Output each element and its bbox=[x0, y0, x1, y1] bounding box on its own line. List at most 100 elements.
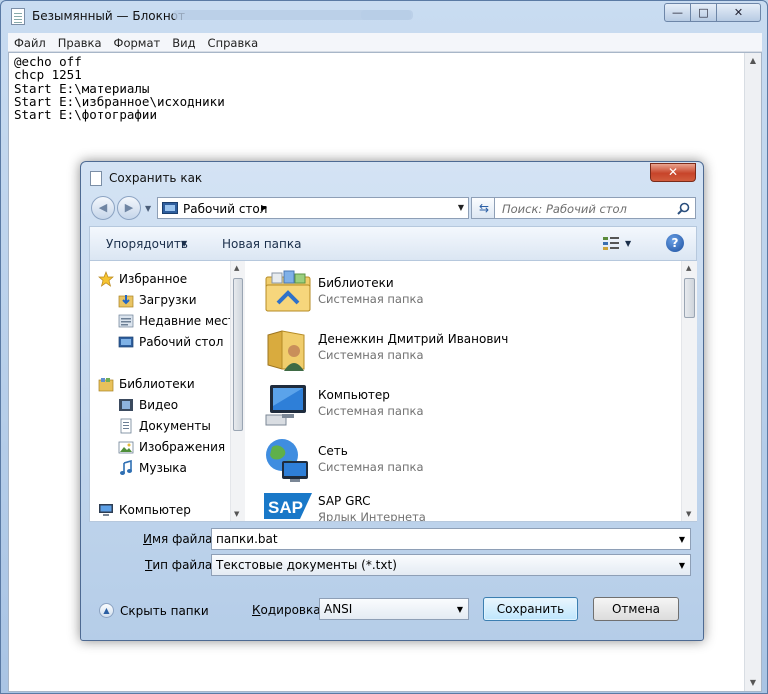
music-icon bbox=[120, 460, 132, 475]
breadcrumb-arrow-icon[interactable]: ▶ bbox=[261, 203, 267, 212]
scroll-down-arrow-icon[interactable]: ▼ bbox=[686, 510, 691, 518]
encoding-value: ANSI bbox=[324, 602, 353, 616]
editor-line: @echo off bbox=[14, 54, 82, 69]
filename-input[interactable]: папки.bat ▼ bbox=[211, 528, 691, 550]
scroll-up-arrow-icon[interactable]: ▲ bbox=[686, 264, 691, 272]
filename-dropdown-icon[interactable]: ▼ bbox=[679, 535, 685, 544]
change-view-icon[interactable] bbox=[603, 237, 619, 251]
dialog-toolbar: Упорядочить ▼ Новая папка ▼ ? bbox=[89, 226, 697, 260]
file-name: SAP GRC bbox=[318, 494, 371, 508]
dialog-content: Избранное Загрузки Недавние места Рабочи… bbox=[89, 260, 697, 522]
editor-content[interactable]: @echo off chcp 1251 Start E:\материалы S… bbox=[14, 54, 225, 123]
recent-pages-chevron-icon[interactable]: ▼ bbox=[145, 204, 151, 213]
nav-label: Библиотеки bbox=[119, 377, 195, 391]
file-item-libraries[interactable]: Библиотеки Системная папка bbox=[264, 267, 664, 319]
nav-label: Рабочий стол bbox=[139, 335, 224, 349]
nav-item-libraries[interactable]: Библиотеки bbox=[98, 374, 195, 394]
hide-folders-button[interactable]: ▲ Скрыть папки bbox=[99, 603, 209, 618]
filetype-select[interactable]: Текстовые документы (*.txt) ▼ bbox=[211, 554, 691, 576]
menu-edit[interactable]: Правка bbox=[52, 33, 108, 51]
address-bar[interactable]: Рабочий стол ▶ ▼ bbox=[157, 197, 469, 219]
scroll-up-arrow-icon[interactable]: ▲ bbox=[234, 264, 239, 272]
nav-item-images[interactable]: Изображения bbox=[118, 437, 225, 457]
file-name: Библиотеки bbox=[318, 276, 394, 290]
encoding-label: Кодировка: bbox=[252, 603, 325, 617]
libraries-icon bbox=[265, 270, 311, 312]
file-item-user-folder[interactable]: Денежкин Дмитрий Иванович Системная папк… bbox=[264, 323, 664, 375]
libraries-icon bbox=[98, 378, 114, 392]
save-button[interactable]: Сохранить bbox=[483, 597, 578, 621]
organize-button[interactable]: Упорядочить bbox=[106, 237, 188, 251]
search-input[interactable]: Поиск: Рабочий стол bbox=[494, 197, 696, 219]
svg-text:SAP: SAP bbox=[268, 498, 303, 517]
address-location[interactable]: Рабочий стол bbox=[183, 202, 267, 216]
new-folder-button[interactable]: Новая папка bbox=[222, 237, 301, 251]
editor-vertical-scrollbar[interactable]: ▲ ▼ bbox=[744, 53, 761, 691]
filename-label: Имя файла: bbox=[143, 532, 217, 546]
view-dropdown-icon[interactable]: ▼ bbox=[625, 239, 631, 248]
menu-view[interactable]: Вид bbox=[166, 33, 201, 51]
nav-label: Компьютер bbox=[119, 503, 191, 517]
encoding-select[interactable]: ANSI ▼ bbox=[319, 598, 469, 620]
filetype-label: Тип файла: bbox=[145, 558, 217, 572]
dialog-title: Сохранить как bbox=[109, 171, 203, 185]
notepad-titlebar[interactable]: Безымянный — Блокнот — □ ✕ bbox=[1, 1, 767, 31]
nav-label: Музыка bbox=[139, 461, 187, 475]
sap-icon: SAP bbox=[264, 493, 312, 519]
nav-pane-scrollbar[interactable]: ▲ ▼ bbox=[230, 261, 245, 521]
editor-line: Start E:\фотографии bbox=[14, 107, 157, 123]
cancel-button[interactable]: Отмена bbox=[593, 597, 679, 621]
desktop-icon bbox=[118, 336, 134, 348]
file-name: Денежкин Дмитрий Иванович bbox=[318, 332, 509, 346]
file-type: Системная папка bbox=[318, 292, 424, 306]
maximize-button[interactable]: □ bbox=[691, 3, 717, 22]
file-item-network[interactable]: Сеть Системная папка bbox=[264, 435, 664, 487]
nav-item-recent[interactable]: Недавние места bbox=[118, 311, 242, 331]
menu-format[interactable]: Формат bbox=[108, 33, 167, 51]
scroll-thumb[interactable] bbox=[684, 278, 695, 318]
user-folder-icon bbox=[267, 330, 305, 371]
images-icon bbox=[118, 441, 134, 454]
navigation-pane: Избранное Загрузки Недавние места Рабочи… bbox=[90, 261, 245, 521]
address-dropdown-icon[interactable]: ▼ bbox=[458, 203, 464, 212]
encoding-dropdown-icon[interactable]: ▼ bbox=[457, 605, 463, 614]
filetype-dropdown-icon[interactable]: ▼ bbox=[679, 561, 685, 570]
notepad-title: Безымянный — Блокнот bbox=[32, 9, 186, 23]
file-type: Системная папка bbox=[318, 404, 424, 418]
help-icon[interactable]: ? bbox=[666, 234, 684, 252]
organize-dropdown-icon[interactable]: ▼ bbox=[181, 239, 187, 248]
notepad-app-icon[interactable] bbox=[11, 8, 25, 25]
close-button[interactable]: ✕ bbox=[717, 3, 761, 22]
hide-folders-label: Скрыть папки bbox=[120, 603, 209, 618]
nav-item-video[interactable]: Видео bbox=[118, 395, 178, 415]
file-name: Компьютер bbox=[318, 388, 390, 402]
nav-label: Документы bbox=[139, 419, 211, 433]
minimize-button[interactable]: — bbox=[664, 3, 691, 22]
scroll-down-arrow-icon[interactable]: ▼ bbox=[234, 510, 239, 518]
forward-button[interactable]: ▶ bbox=[117, 196, 141, 220]
scroll-down-arrow-icon[interactable]: ▼ bbox=[745, 675, 761, 691]
scroll-thumb[interactable] bbox=[233, 278, 243, 431]
nav-item-music[interactable]: Музыка bbox=[118, 458, 187, 478]
documents-icon bbox=[120, 418, 132, 434]
nav-item-downloads[interactable]: Загрузки bbox=[118, 290, 197, 310]
network-icon bbox=[266, 439, 308, 482]
menu-help[interactable]: Справка bbox=[202, 33, 265, 51]
dialog-close-button[interactable]: ✕ bbox=[650, 163, 696, 182]
filetype-value: Текстовые документы (*.txt) bbox=[216, 558, 397, 572]
back-button[interactable]: ◀ bbox=[91, 196, 115, 220]
search-icon[interactable] bbox=[677, 202, 690, 215]
menu-file[interactable]: Файл bbox=[8, 33, 52, 51]
file-list-scrollbar[interactable]: ▲ ▼ bbox=[681, 261, 697, 521]
scroll-up-arrow-icon[interactable]: ▲ bbox=[745, 53, 761, 69]
nav-item-favorites[interactable]: Избранное bbox=[98, 269, 187, 289]
filename-value[interactable]: папки.bat bbox=[216, 532, 278, 546]
nav-item-desktop[interactable]: Рабочий стол bbox=[118, 332, 223, 352]
dialog-notepad-icon bbox=[90, 171, 102, 186]
computer-icon bbox=[99, 504, 113, 516]
file-item-sap-grc[interactable]: SAP SAP GRC Ярлык Интернета bbox=[264, 489, 664, 521]
nav-item-documents[interactable]: Документы bbox=[118, 416, 211, 436]
file-type: Системная папка bbox=[318, 460, 424, 474]
file-item-computer[interactable]: Компьютер Системная папка bbox=[264, 379, 664, 431]
nav-item-computer[interactable]: Компьютер bbox=[98, 500, 191, 520]
